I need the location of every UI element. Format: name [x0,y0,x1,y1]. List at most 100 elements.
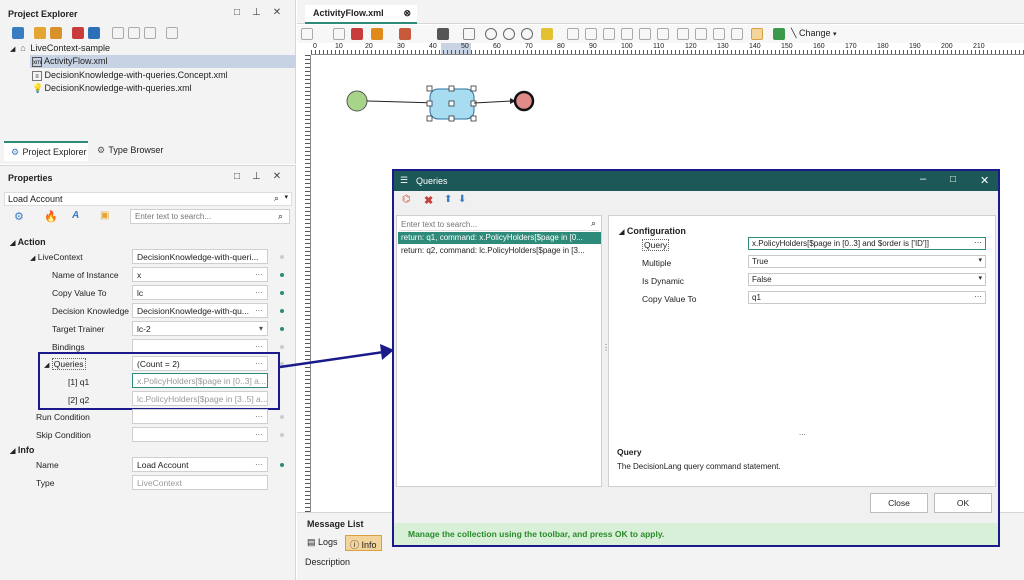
align-top-icon[interactable] [621,28,633,40]
cut-icon[interactable] [333,28,345,40]
end-node[interactable] [513,90,535,112]
maximize-icon[interactable]: □ [950,174,956,185]
tab-type-browser[interactable]: ⚙ Type Browser [96,145,163,155]
flow-connector[interactable] [366,100,438,104]
zoom-in-icon[interactable] [485,28,497,40]
undo-icon[interactable] [301,28,313,40]
ellipsis-button[interactable]: ··· [255,342,263,351]
ruler-ticks [311,50,1024,54]
categorized-icon[interactable]: ⚙ [14,210,24,223]
start-node[interactable] [346,90,368,112]
prop-row-run-condition[interactable]: Run Condition ··· [0,409,292,426]
change-dropdown[interactable]: ╲ Change ▾ [791,28,837,39]
close-icon[interactable]: ✕ [980,174,989,187]
is-dynamic-select[interactable]: False ▾ [748,273,986,286]
prop-row-name[interactable]: Name Load Account ··· [0,457,292,474]
node-icon[interactable] [773,28,785,40]
properties-icon[interactable] [166,27,178,39]
list-item[interactable]: return: q2, command: lc.PolicyHolders[$p… [398,245,601,257]
snap-grid-icon[interactable] [751,28,763,40]
ellipsis-button[interactable]: ··· [255,288,263,297]
edit-icon[interactable] [88,27,100,39]
prop-row-decision-knowledge[interactable]: Decision Knowledge DecisionKnowledge-with… [0,303,292,320]
dialog-search-input[interactable] [399,218,599,231]
chevron-down-icon[interactable]: ▾ [259,324,263,333]
prop-row-skip-condition[interactable]: Skip Condition ··· [0,427,292,444]
object-selector[interactable]: Load Account ⌕ ▾ [4,192,292,206]
tab-project-explorer[interactable]: ⚙ Project Explorer [4,141,88,161]
delete-icon[interactable]: ✖ [424,194,433,207]
delete-icon[interactable] [351,28,363,40]
tab-activityflow[interactable]: ActivityFlow.xml ⊗ [305,5,417,24]
ellipsis-button[interactable]: ··· [255,270,263,279]
panel-pin-icons[interactable]: □⊥✕ [234,7,293,18]
property-pages-icon[interactable]: ▣ [100,210,109,221]
section-info[interactable]: ◢ Info [10,445,34,455]
zoom-fit-icon[interactable] [521,28,533,40]
image-icon[interactable] [541,28,553,40]
section-configuration[interactable]: ◢ Configuration [619,226,686,236]
multiple-select[interactable]: True ▾ [748,255,986,268]
move-up-icon[interactable]: ⬆ [444,194,452,205]
move-down-icon[interactable]: ⬇ [458,194,466,205]
prop-row-type[interactable]: Type LiveContext [0,475,292,492]
align-middle-icon[interactable] [639,28,651,40]
prop-row-target-trainer[interactable]: Target Trainer lc-2 ▾ [0,321,292,338]
align-right-icon[interactable] [603,28,615,40]
copy-value-to-field[interactable]: q1 ··· [748,291,986,304]
tree-item-concept[interactable]: ≡ DecisionKnowledge-with-queries.Concept… [32,70,228,81]
add-folder-icon[interactable] [50,27,62,39]
connector-icon[interactable] [399,28,411,40]
logs-button[interactable]: ▤ Logs [303,535,342,551]
ellipsis-button[interactable]: ··· [255,306,263,315]
copy-icon[interactable] [128,27,140,39]
distribute-icon[interactable] [677,28,689,40]
ok-button[interactable]: OK [934,493,992,513]
ellipsis-button[interactable]: ··· [255,460,263,469]
properties-search-input[interactable] [130,209,290,224]
align-center-icon[interactable] [585,28,597,40]
close-button[interactable]: Close [870,493,928,513]
prop-row-livecontext[interactable]: ◢ LiveContext DecisionKnowledge-with-quer… [0,249,292,266]
group-icon[interactable] [713,28,725,40]
print-preview-icon[interactable] [463,28,475,40]
home-icon: ⌂ [20,43,26,53]
tree-item-knowledge[interactable]: 💡 DecisionKnowledge-with-queries.xml [32,83,192,93]
ellipsis-button[interactable]: ··· [255,430,263,439]
splitter-ellipsis[interactable]: ... [799,428,806,437]
tree-item-activityflow[interactable]: xml ActivityFlow.xml [30,55,296,68]
ellipsis-button[interactable]: ··· [974,238,982,247]
align-bottom-icon[interactable] [657,28,669,40]
info-button[interactable]: ⓘ Info [345,535,382,551]
events-icon[interactable]: 🔥 [44,210,58,223]
ellipsis-button[interactable]: ··· [255,412,263,421]
paste-icon[interactable] [144,27,156,39]
same-size-icon[interactable] [695,28,707,40]
section-action[interactable]: ◢ Action [10,237,46,247]
panel-pin-icons[interactable]: □⊥✕ [234,171,293,182]
delete-icon[interactable] [72,27,84,39]
flow-connector[interactable] [473,100,512,104]
minimize-icon[interactable]: – [920,173,926,185]
chevron-down-icon: ▾ [978,275,982,282]
field-label-multiple: Multiple [642,258,672,268]
ellipsis-button[interactable]: ··· [974,292,982,301]
close-icon[interactable]: ⊗ [403,8,411,19]
prop-row-name-of-instance[interactable]: Name of Instance x ··· [0,267,292,284]
dialog-menu-icon[interactable]: ☰ [400,175,408,186]
save-icon[interactable] [437,28,449,40]
pointer-icon[interactable] [371,28,383,40]
tag-icon[interactable]: ⌬ [402,194,411,205]
list-item[interactable]: return: q1, command: x.PolicyHolders[$pa… [398,232,601,244]
ungroup-icon[interactable] [731,28,743,40]
field-label-query: Query [642,239,670,251]
zoom-out-icon[interactable] [503,28,515,40]
folder-icon[interactable] [34,27,46,39]
new-file-icon[interactable] [112,27,124,39]
alphabetical-icon[interactable]: A [72,210,79,221]
refresh-icon[interactable] [12,27,24,39]
tree-item-project[interactable]: ◢ ⌂ LiveContext-sample [10,43,110,53]
align-left-icon[interactable] [567,28,579,40]
query-field[interactable]: x.PolicyHolders[$page in [0..3] and $ord… [748,237,986,250]
prop-row-copy-value-to[interactable]: Copy Value To lc ··· [0,285,292,302]
